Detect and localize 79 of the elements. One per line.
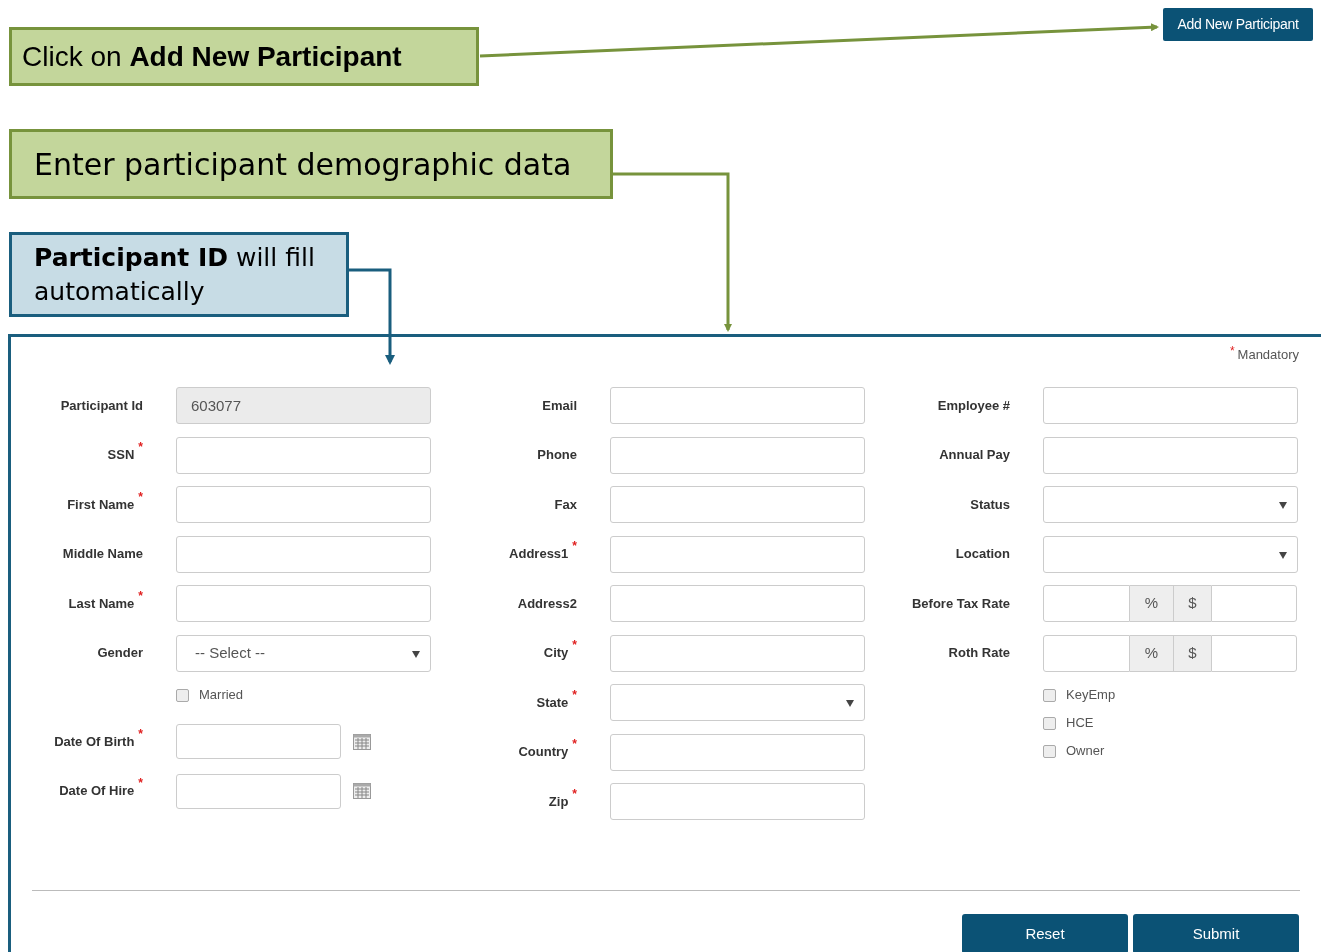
dropdown[interactable]: -- Select -- xyxy=(176,634,431,672)
required-mark: * xyxy=(572,540,577,553)
text-field[interactable] xyxy=(176,436,431,474)
text-field[interactable] xyxy=(610,634,865,672)
text-field[interactable] xyxy=(610,585,865,622)
field-label: Date Of Birth xyxy=(54,732,135,751)
caret-icon xyxy=(412,650,420,658)
field-label: Location xyxy=(955,545,1010,564)
percent-addon: % xyxy=(1130,585,1173,622)
callout: Click on Add New Participant xyxy=(9,27,479,86)
field-label: Annual Pay xyxy=(939,446,1010,465)
callout: Enter participant demographic data xyxy=(9,129,613,199)
dollar-addon: $ xyxy=(1173,634,1211,672)
field-label: Before Tax Rate xyxy=(912,594,1010,613)
field-label: Gender xyxy=(97,644,143,663)
required-mark: * xyxy=(572,738,577,751)
required-mark: * xyxy=(138,490,143,503)
rate-field[interactable] xyxy=(1043,585,1130,622)
field-label: Participant Id xyxy=(60,396,143,415)
required-mark: * xyxy=(572,639,577,652)
text-field[interactable] xyxy=(610,535,865,573)
mandatory-note: Mandatory xyxy=(1237,346,1299,364)
text-field[interactable] xyxy=(610,733,865,771)
date-field[interactable] xyxy=(176,773,341,809)
caret-icon xyxy=(1279,502,1287,509)
required-mark: * xyxy=(138,727,143,740)
field-label: Address2 xyxy=(517,594,577,613)
amount-field[interactable] xyxy=(1211,585,1297,622)
field-label: Phone xyxy=(537,446,577,465)
required-mark: * xyxy=(138,589,143,602)
dropdown[interactable] xyxy=(1043,486,1298,523)
caret-icon xyxy=(1279,551,1287,559)
required-mark: * xyxy=(138,441,143,454)
field-label: Date Of Hire xyxy=(59,782,135,801)
checkbox[interactable]: Married xyxy=(176,685,244,705)
text-field[interactable] xyxy=(1043,436,1298,474)
calendar-icon[interactable] xyxy=(353,783,371,799)
field-label: Middle Name xyxy=(62,545,143,564)
text-field[interactable] xyxy=(176,486,431,523)
field-label: Email xyxy=(542,396,577,415)
field-label: SSN xyxy=(107,446,135,465)
checkbox[interactable]: Owner xyxy=(1043,741,1105,761)
required-mark: * xyxy=(572,787,577,800)
field-label: Roth Rate xyxy=(948,644,1010,663)
text-field[interactable] xyxy=(1043,387,1298,424)
field-label: Employee # xyxy=(937,396,1010,415)
text-field[interactable] xyxy=(610,486,865,523)
required-mark: * xyxy=(1229,345,1235,357)
date-field[interactable] xyxy=(176,724,341,759)
field-label: First Name xyxy=(67,495,135,514)
field-label: State xyxy=(536,693,569,712)
field-label: Address1 xyxy=(509,545,569,564)
checkbox[interactable]: HCE xyxy=(1043,713,1094,733)
rate-field[interactable] xyxy=(1043,634,1130,672)
field-label: Last Name xyxy=(68,594,135,613)
text-field[interactable] xyxy=(610,783,865,820)
field-label: Status xyxy=(970,495,1010,514)
calendar-icon[interactable] xyxy=(353,733,371,750)
checkbox[interactable]: KeyEmp xyxy=(1043,685,1116,705)
required-mark: * xyxy=(572,688,577,701)
field-label: Zip xyxy=(548,792,569,811)
dropdown[interactable] xyxy=(1043,535,1298,573)
callout: Participant ID will fill automatically xyxy=(9,232,349,317)
add-participant-button[interactable]: Add New Participant xyxy=(1163,8,1313,41)
field-label: City xyxy=(543,644,569,663)
field-label: Country xyxy=(518,743,569,762)
form-button[interactable]: Reset xyxy=(962,914,1128,952)
amount-field[interactable] xyxy=(1211,634,1297,672)
form-button[interactable]: Submit xyxy=(1133,914,1299,952)
field-label: Fax xyxy=(554,495,577,514)
dropdown[interactable] xyxy=(610,684,865,721)
text-field[interactable] xyxy=(176,535,431,573)
required-mark: * xyxy=(138,777,143,790)
text-field[interactable] xyxy=(610,387,865,424)
dollar-addon: $ xyxy=(1173,585,1211,622)
percent-addon: % xyxy=(1130,634,1173,672)
text-field[interactable] xyxy=(610,436,865,474)
text-field[interactable] xyxy=(176,585,431,622)
caret-icon xyxy=(846,700,854,707)
